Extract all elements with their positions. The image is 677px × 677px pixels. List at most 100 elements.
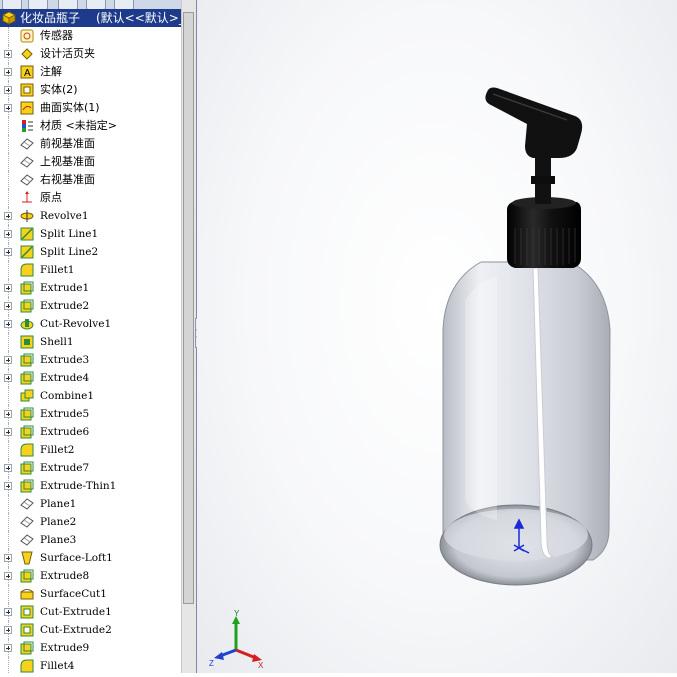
tree-item[interactable]: Fillet2	[0, 441, 181, 459]
surface-bodies-icon	[20, 101, 34, 115]
extrude-icon	[20, 281, 34, 295]
tree-item-label: Extrude9	[40, 642, 90, 654]
tree-item[interactable]: Plane1	[0, 495, 181, 513]
expand-toggle-icon[interactable]	[4, 50, 12, 58]
expand-toggle-icon[interactable]	[4, 572, 12, 580]
tree-item[interactable]: Plane2	[0, 513, 181, 531]
sensor-icon	[20, 29, 34, 43]
tree-item-label: Surface-Loft1	[40, 552, 113, 564]
expand-toggle-icon[interactable]	[4, 644, 12, 652]
tree-item-label: Split Line1	[40, 228, 99, 240]
expand-toggle-icon[interactable]	[4, 302, 12, 310]
tree-item[interactable]: Extrude9	[0, 639, 181, 657]
tree-item[interactable]: Extrude7	[0, 459, 181, 477]
tree-item[interactable]: 传感器	[0, 27, 181, 45]
tree-guide-line	[8, 171, 9, 189]
tree-item-label: 实体(2)	[40, 83, 78, 96]
expand-toggle-icon[interactable]	[4, 320, 12, 328]
expand-toggle-icon[interactable]	[4, 284, 12, 292]
tree-item[interactable]: Extrude3	[0, 351, 181, 369]
tree-item-label: Cut-Extrude2	[40, 624, 112, 636]
tree-item-label: 注解	[40, 65, 62, 78]
extrude-icon	[20, 425, 34, 439]
expand-toggle-icon[interactable]	[4, 230, 12, 238]
feature-manager-panel: 化妆品瓶子 (默认<<默认>_显 传感器设计活页夹 A 注解实体(2) 曲面实体(1)…	[0, 0, 197, 673]
tree-item-label: Extrude8	[40, 570, 90, 582]
tree-item[interactable]: 材质 <未指定>	[0, 117, 181, 135]
tree-item[interactable]: Combine1	[0, 387, 181, 405]
tree-item[interactable]: 设计活页夹	[0, 45, 181, 63]
tree-item[interactable]: Fillet4	[0, 657, 181, 673]
tree-item[interactable]: SurfaceCut1	[0, 585, 181, 603]
cut-extrude-icon	[20, 623, 34, 637]
tree-item-label: Extrude3	[40, 354, 90, 366]
tree-item[interactable]: Extrude4	[0, 369, 181, 387]
tree-guide-line	[8, 585, 9, 603]
tree-item-label: Cut-Revolve1	[40, 318, 112, 330]
tree-item[interactable]: Extrude-Thin1	[0, 477, 181, 495]
axis-z-label: Z	[209, 659, 214, 668]
tree-guide-line	[8, 495, 9, 513]
plane-icon	[20, 138, 34, 150]
tree-root-part[interactable]: 化妆品瓶子 (默认<<默认>_显	[0, 9, 181, 27]
tree-item-label: Plane3	[40, 534, 77, 546]
plane-icon	[20, 498, 34, 510]
expand-toggle-icon[interactable]	[4, 374, 12, 382]
tree-item[interactable]: 右视基准面	[0, 171, 181, 189]
expand-toggle-icon[interactable]	[4, 68, 12, 76]
tree-guide-line	[8, 333, 9, 351]
tree-item[interactable]: 原点	[0, 189, 181, 207]
tree-item-label: Fillet4	[40, 660, 75, 672]
expand-toggle-icon[interactable]	[4, 86, 12, 94]
expand-toggle-icon[interactable]	[4, 428, 12, 436]
tree-item[interactable]: Extrude5	[0, 405, 181, 423]
expand-toggle-icon[interactable]	[4, 104, 12, 112]
expand-toggle-icon[interactable]	[4, 248, 12, 256]
extrude-icon	[20, 641, 34, 655]
tree-item[interactable]: Extrude2	[0, 297, 181, 315]
bottle-model[interactable]	[197, 0, 677, 673]
plane-icon	[20, 156, 34, 168]
expand-toggle-icon[interactable]	[4, 554, 12, 562]
tree-item-label: Plane2	[40, 516, 77, 528]
tree-scrollbar[interactable]	[181, 0, 196, 673]
tree-item[interactable]: 实体(2)	[0, 81, 181, 99]
tree-item[interactable]: A 注解	[0, 63, 181, 81]
expand-toggle-icon[interactable]	[4, 212, 12, 220]
tree-item[interactable]: Fillet1	[0, 261, 181, 279]
expand-toggle-icon[interactable]	[4, 626, 12, 634]
tree-item[interactable]: Extrude6	[0, 423, 181, 441]
origin-icon	[22, 191, 32, 203]
expand-toggle-icon[interactable]	[4, 482, 12, 490]
fillet-icon	[20, 263, 34, 277]
tree-item[interactable]: 曲面实体(1)	[0, 99, 181, 117]
expand-toggle-icon[interactable]	[4, 464, 12, 472]
tree-guide-line	[8, 135, 9, 153]
tree-item[interactable]: 上视基准面	[0, 153, 181, 171]
tree-item[interactable]: Extrude1	[0, 279, 181, 297]
expand-toggle-icon[interactable]	[4, 356, 12, 364]
tree-item-label: Shell1	[40, 336, 74, 348]
expand-toggle-icon[interactable]	[4, 608, 12, 616]
tree-item[interactable]: 前视基准面	[0, 135, 181, 153]
cut-revolve-icon	[20, 319, 34, 330]
graphics-viewport[interactable]	[197, 0, 677, 673]
plane-icon	[20, 516, 34, 528]
tree-item[interactable]: Revolve1	[0, 207, 181, 225]
scroll-thumb[interactable]	[183, 12, 194, 604]
tree-item[interactable]: Cut-Revolve1	[0, 315, 181, 333]
tree-item-label: 曲面实体(1)	[40, 101, 100, 114]
tree-item[interactable]: Split Line1	[0, 225, 181, 243]
surface-cut-icon	[20, 589, 34, 600]
fillet-icon	[20, 659, 34, 673]
tree-item[interactable]: Plane3	[0, 531, 181, 549]
material-icon	[22, 120, 33, 132]
expand-toggle-icon[interactable]	[4, 410, 12, 418]
tree-item[interactable]: Extrude8	[0, 567, 181, 585]
extrude-icon	[20, 461, 34, 475]
tree-item[interactable]: Cut-Extrude2	[0, 621, 181, 639]
tree-item[interactable]: Shell1	[0, 333, 181, 351]
tree-item[interactable]: Cut-Extrude1	[0, 603, 181, 621]
tree-item[interactable]: Split Line2	[0, 243, 181, 261]
tree-item[interactable]: Surface-Loft1	[0, 549, 181, 567]
